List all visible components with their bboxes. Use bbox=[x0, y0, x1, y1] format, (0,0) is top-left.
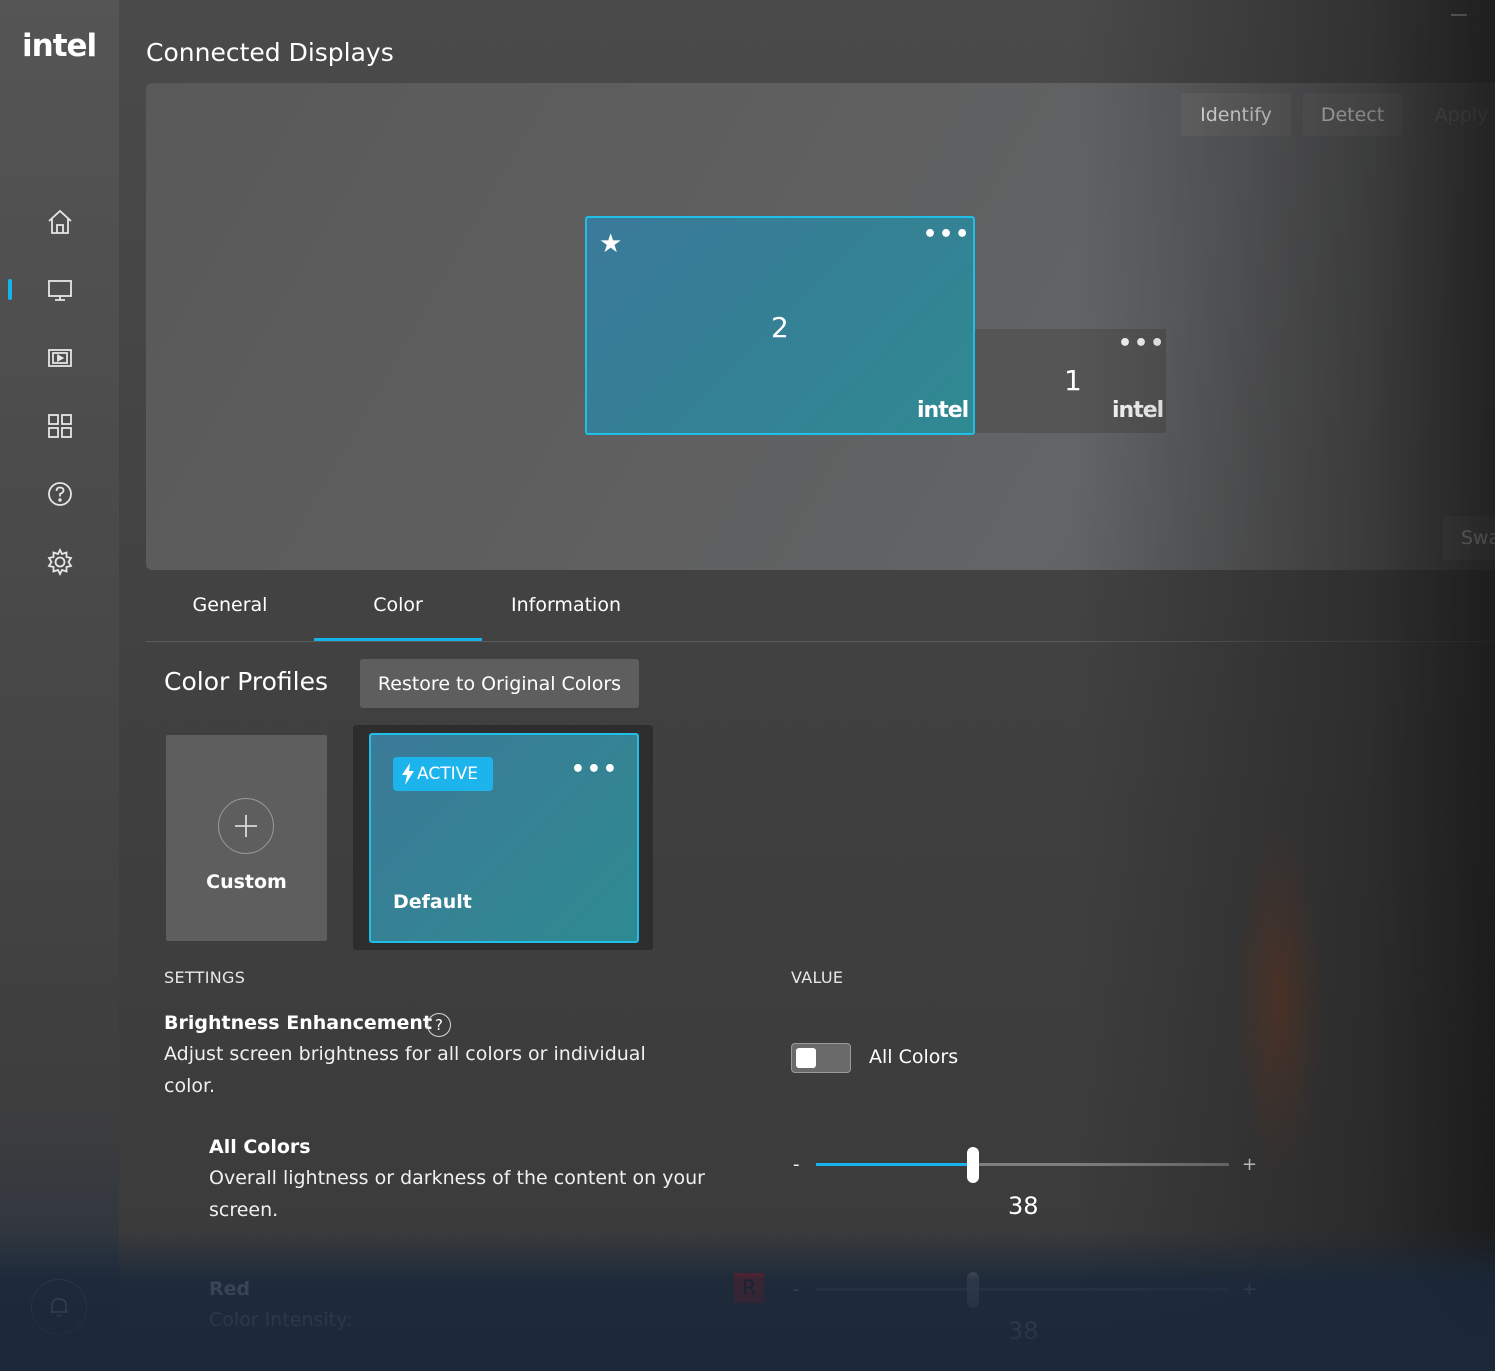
red-value: 38 bbox=[1008, 1317, 1039, 1345]
all-colors-plus[interactable]: + bbox=[1242, 1154, 1257, 1175]
red-slider-thumb[interactable] bbox=[967, 1272, 979, 1308]
minimize-button[interactable] bbox=[1451, 14, 1467, 16]
display-icon[interactable] bbox=[42, 272, 78, 308]
all-colors-toggle-label: All Colors bbox=[869, 1046, 959, 1068]
nav-active-indicator bbox=[8, 279, 12, 300]
monitor-2-menu-icon[interactable]: ••• bbox=[923, 224, 971, 246]
help-icon[interactable] bbox=[42, 476, 78, 512]
apps-grid-icon[interactable] bbox=[42, 408, 78, 444]
all-colors-slider-fill bbox=[816, 1163, 973, 1166]
value-column-header: VALUE bbox=[791, 968, 844, 987]
red-slider-fill bbox=[816, 1288, 973, 1291]
red-channel-badge: R bbox=[734, 1273, 764, 1303]
monitor-number: 1 bbox=[1064, 364, 1082, 397]
tabs-divider bbox=[146, 641, 1495, 642]
all-colors-slider-thumb[interactable] bbox=[967, 1147, 979, 1183]
red-plus[interactable]: + bbox=[1242, 1279, 1257, 1300]
color-profiles-title: Color Profiles bbox=[164, 667, 328, 696]
active-badge-label: ACTIVE bbox=[417, 764, 478, 784]
apply-button[interactable]: Apply bbox=[1414, 93, 1495, 136]
default-profile-label: Default bbox=[393, 891, 472, 913]
all-colors-slider-track[interactable] bbox=[816, 1163, 1229, 1166]
monitor-intel-logo: intel bbox=[917, 398, 969, 423]
monitor-number: 2 bbox=[771, 311, 789, 344]
settings-gear-icon[interactable] bbox=[42, 544, 78, 580]
tab-information[interactable]: Information bbox=[482, 594, 650, 640]
tab-color[interactable]: Color bbox=[314, 594, 482, 640]
profile-menu-icon[interactable]: ••• bbox=[571, 759, 619, 781]
all-colors-desc-line2: screen. bbox=[209, 1199, 279, 1221]
all-colors-toggle[interactable] bbox=[791, 1043, 851, 1073]
plus-icon bbox=[218, 798, 274, 854]
active-badge: ACTIVE bbox=[393, 757, 493, 791]
toggle-knob bbox=[796, 1048, 816, 1068]
custom-profile-label: Custom bbox=[206, 871, 287, 893]
monitor-intel-logo: intel bbox=[1112, 398, 1164, 423]
brightness-desc-line2: color. bbox=[164, 1075, 216, 1097]
detect-button[interactable]: Detect bbox=[1303, 93, 1402, 136]
default-profile-card[interactable]: ACTIVE ••• Default bbox=[369, 733, 639, 943]
intel-logo: intel bbox=[22, 28, 97, 64]
lightning-icon bbox=[402, 763, 414, 785]
primary-star-icon: ★ bbox=[599, 229, 623, 259]
tab-general[interactable]: General bbox=[146, 594, 314, 640]
brightness-desc-line1: Adjust screen brightness for all colors … bbox=[164, 1043, 646, 1065]
identify-button[interactable]: Identify bbox=[1181, 93, 1291, 136]
sidebar: intel bbox=[0, 0, 119, 1371]
brightness-enhancement-title: Brightness Enhancement bbox=[164, 1012, 433, 1034]
monitor-1[interactable]: ••• 1 intel bbox=[975, 329, 1166, 433]
all-colors-desc-line1: Overall lightness or darkness of the con… bbox=[209, 1167, 705, 1189]
settings-column-header: SETTINGS bbox=[164, 968, 246, 987]
red-title: Red bbox=[209, 1278, 251, 1300]
page-title: Connected Displays bbox=[146, 38, 394, 67]
all-colors-minus[interactable]: - bbox=[793, 1154, 800, 1175]
monitor-2[interactable]: ★ ••• 2 intel bbox=[585, 216, 975, 435]
all-colors-value: 38 bbox=[1008, 1192, 1039, 1220]
swap-button[interactable]: Swa bbox=[1443, 516, 1495, 560]
restore-original-colors-button[interactable]: Restore to Original Colors bbox=[360, 659, 639, 708]
red-minus[interactable]: - bbox=[793, 1279, 800, 1300]
video-icon[interactable] bbox=[42, 340, 78, 376]
red-desc: Color Intensity: bbox=[209, 1309, 353, 1331]
home-icon[interactable] bbox=[42, 204, 78, 240]
all-colors-title: All Colors bbox=[209, 1136, 311, 1158]
question-help-icon[interactable]: ? bbox=[427, 1013, 451, 1037]
tab-selected-underline bbox=[314, 638, 482, 641]
monitor-1-menu-icon[interactable]: ••• bbox=[1118, 333, 1166, 355]
custom-profile-card[interactable]: Custom bbox=[166, 735, 327, 941]
notification-bell-icon[interactable] bbox=[31, 1279, 87, 1335]
red-slider-track[interactable] bbox=[816, 1288, 1229, 1291]
